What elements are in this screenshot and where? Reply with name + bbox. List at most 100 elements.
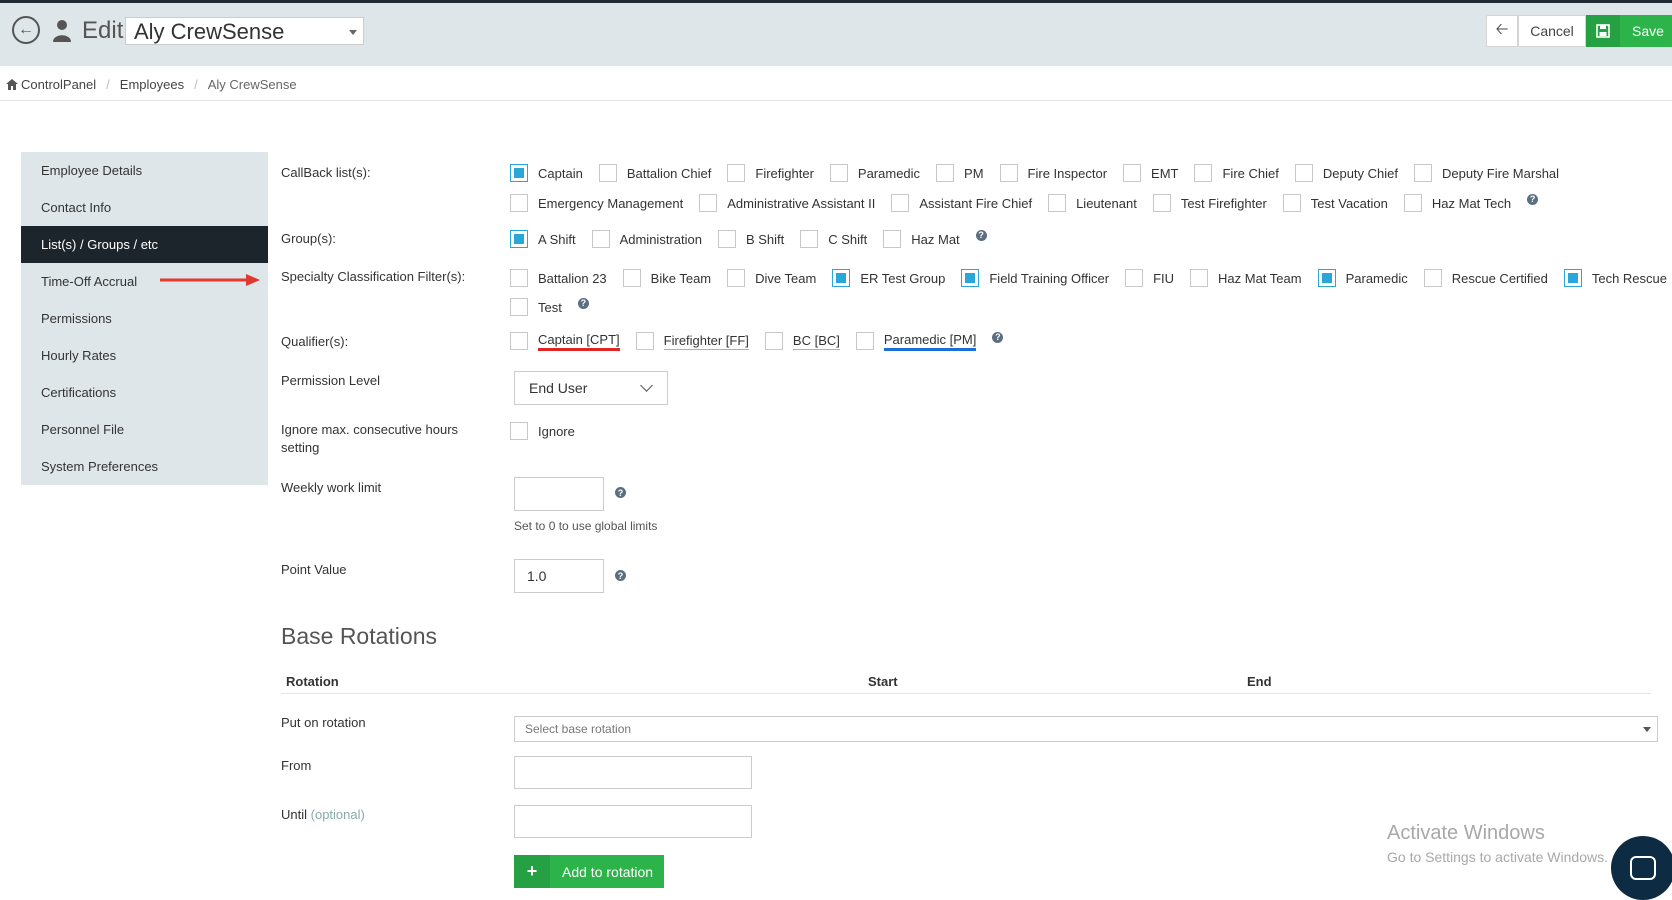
checkbox-box[interactable]	[717, 230, 736, 248]
sidebar-item-personnel-file[interactable]: Personnel File	[21, 411, 268, 448]
checkbox-box[interactable]	[591, 230, 610, 248]
checkbox-callback-captain[interactable]: Captain	[510, 164, 583, 182]
checkbox-specialty-tech-rescue[interactable]: Tech Rescue	[1563, 269, 1667, 287]
checkbox-qualifier-captain[interactable]: Captain [CPT]	[510, 332, 620, 351]
checkbox-specialty-test[interactable]: Test	[510, 298, 562, 316]
checkbox-callback-emt[interactable]: EMT	[1123, 164, 1178, 182]
until-date-input[interactable]	[514, 805, 752, 838]
back-arrow-icon[interactable]: ←	[12, 16, 40, 44]
sidebar-item-permissions[interactable]: Permissions	[21, 300, 268, 337]
checkbox-specialty-rescue-certified[interactable]: Rescue Certified	[1423, 269, 1548, 287]
permission-level-select[interactable]: End User	[514, 371, 668, 405]
checkbox-box[interactable]	[510, 422, 528, 440]
weekly-work-limit-input[interactable]	[514, 477, 604, 511]
checkbox-box[interactable]	[510, 332, 528, 350]
help-icon[interactable]: ?	[975, 229, 987, 241]
checkbox-callback-lieutenant[interactable]: Lieutenant	[1048, 194, 1137, 212]
sidebar-item-lists-groups[interactable]: List(s) / Groups / etc	[21, 226, 268, 263]
checkbox-box[interactable]	[1190, 269, 1209, 287]
checkbox-group-c-shift[interactable]: C Shift	[800, 230, 867, 248]
checkbox-specialty-fiu[interactable]: FIU	[1125, 269, 1174, 287]
checkbox-box[interactable]	[936, 164, 955, 182]
checkbox-box[interactable]	[1282, 194, 1301, 212]
checkbox-qualifier-paramedic[interactable]: Paramedic [PM]	[855, 332, 977, 351]
checkbox-box[interactable]	[1125, 269, 1144, 287]
checkbox-box[interactable]	[891, 194, 910, 212]
checkbox-box[interactable]	[764, 332, 783, 350]
checkbox-box[interactable]	[1563, 269, 1582, 287]
checkbox-callback-test-vacation[interactable]: Test Vacation	[1282, 194, 1388, 212]
checkbox-box[interactable]	[622, 269, 641, 287]
checkbox-box[interactable]	[1423, 269, 1442, 287]
checkbox-group-administration[interactable]: Administration	[591, 230, 702, 248]
add-to-rotation-button[interactable]: + Add to rotation	[514, 855, 664, 888]
help-icon[interactable]: ?	[577, 297, 589, 309]
checkbox-box[interactable]	[999, 164, 1018, 182]
checkbox-box[interactable]	[510, 298, 528, 316]
checkbox-box[interactable]	[1317, 269, 1336, 287]
cancel-button[interactable]: Cancel	[1518, 15, 1586, 47]
checkbox-group-b-shift[interactable]: B Shift	[717, 230, 784, 248]
checkbox-box[interactable]	[961, 269, 980, 287]
checkbox-group-haz-mat[interactable]: Haz Mat	[883, 230, 960, 248]
checkbox-box[interactable]	[1403, 194, 1422, 212]
checkbox-callback-paramedic[interactable]: Paramedic	[829, 164, 920, 182]
point-value-input[interactable]: 1.0	[514, 559, 604, 593]
breadcrumb-employees[interactable]: Employees	[120, 77, 184, 92]
sidebar-item-employee-details[interactable]: Employee Details	[21, 152, 268, 189]
checkbox-callback-haz-mat-tech[interactable]: Haz Mat Tech	[1403, 194, 1511, 212]
sidebar-item-contact-info[interactable]: Contact Info	[21, 189, 268, 226]
help-icon[interactable]: ?	[615, 570, 626, 581]
sidebar-item-hourly-rates[interactable]: Hourly Rates	[21, 337, 268, 374]
sidebar-item-system-preferences[interactable]: System Preferences	[21, 448, 268, 485]
employee-select[interactable]: Aly CrewSense	[125, 17, 364, 45]
checkbox-box[interactable]	[635, 332, 654, 350]
checkbox-box[interactable]	[598, 164, 617, 182]
checkbox-box[interactable]	[510, 269, 528, 287]
checkbox-box[interactable]	[510, 194, 528, 212]
checkbox-ignore[interactable]: Ignore	[510, 422, 575, 440]
checkbox-box[interactable]	[883, 230, 902, 248]
checkbox-callback-test-firefighter[interactable]: Test Firefighter	[1152, 194, 1267, 212]
checkbox-box[interactable]	[727, 164, 746, 182]
save-button[interactable]: Save	[1586, 15, 1672, 47]
checkbox-box[interactable]	[1152, 194, 1171, 212]
from-date-input[interactable]	[514, 756, 752, 789]
checkbox-box[interactable]	[1414, 164, 1432, 182]
help-icon[interactable]: ?	[1527, 193, 1539, 205]
checkbox-callback-assistant-fire-chief[interactable]: Assistant Fire Chief	[891, 194, 1032, 212]
checkbox-specialty-battalion-23[interactable]: Battalion 23	[510, 269, 607, 287]
checkbox-callback-fire-chief[interactable]: Fire Chief	[1194, 164, 1279, 182]
checkbox-callback-pm[interactable]: PM	[936, 164, 984, 182]
checkbox-box[interactable]	[855, 332, 874, 350]
checkbox-box[interactable]	[1194, 164, 1213, 182]
checkbox-specialty-paramedic[interactable]: Paramedic	[1317, 269, 1408, 287]
checkbox-group-a-shift[interactable]: A Shift	[510, 230, 576, 248]
checkbox-specialty-bike-team[interactable]: Bike Team	[622, 269, 711, 287]
sidebar-item-certifications[interactable]: Certifications	[21, 374, 268, 411]
checkbox-qualifier-bc[interactable]: BC [BC]	[764, 332, 840, 350]
checkbox-box[interactable]	[832, 269, 851, 287]
help-icon[interactable]: ?	[992, 331, 1004, 343]
back-button[interactable]: 🡠	[1486, 15, 1518, 47]
checkbox-callback-admin-assistant[interactable]: Administrative Assistant II	[699, 194, 875, 212]
checkbox-specialty-er-test-group[interactable]: ER Test Group	[832, 269, 945, 287]
checkbox-callback-deputy-chief[interactable]: Deputy Chief	[1294, 164, 1398, 182]
checkbox-callback-firefighter[interactable]: Firefighter	[727, 164, 814, 182]
checkbox-specialty-haz-mat-team[interactable]: Haz Mat Team	[1190, 269, 1302, 287]
checkbox-box[interactable]	[727, 269, 746, 287]
base-rotation-select[interactable]: Select base rotation	[514, 716, 1658, 742]
checkbox-specialty-dive-team[interactable]: Dive Team	[727, 269, 816, 287]
checkbox-callback-battalion-chief[interactable]: Battalion Chief	[598, 164, 711, 182]
checkbox-box[interactable]	[1294, 164, 1313, 182]
checkbox-box[interactable]	[829, 164, 848, 182]
checkbox-box[interactable]	[1048, 194, 1067, 212]
help-icon[interactable]: ?	[615, 487, 626, 498]
checkbox-callback-fire-inspector[interactable]: Fire Inspector	[999, 164, 1107, 182]
checkbox-box[interactable]	[510, 164, 528, 182]
checkbox-callback-deputy-fire-marshal[interactable]: Deputy Fire Marshal	[1414, 164, 1559, 182]
checkbox-callback-emergency-management[interactable]: Emergency Management	[510, 194, 683, 212]
breadcrumb-controlpanel[interactable]: ControlPanel	[21, 77, 96, 92]
checkbox-qualifier-firefighter[interactable]: Firefighter [FF]	[635, 332, 749, 350]
chat-widget-button[interactable]	[1611, 836, 1672, 900]
